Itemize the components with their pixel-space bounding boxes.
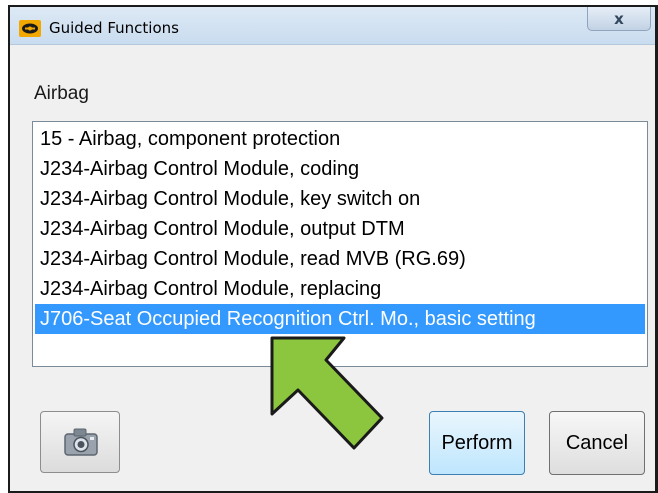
- list-item[interactable]: J234-Airbag Control Module, read MVB (RG…: [35, 244, 645, 274]
- close-icon: x: [614, 9, 624, 28]
- title-bar[interactable]: Guided Functions x: [10, 7, 655, 45]
- screenshot-button[interactable]: [40, 411, 120, 473]
- camera-icon: [64, 428, 98, 456]
- perform-button[interactable]: Perform: [429, 411, 525, 475]
- window-title: Guided Functions: [49, 19, 179, 37]
- list-item[interactable]: J234-Airbag Control Module, replacing: [35, 274, 645, 304]
- list-item[interactable]: J234-Airbag Control Module, coding: [35, 154, 645, 184]
- list-item[interactable]: J234-Airbag Control Module, key switch o…: [35, 184, 645, 214]
- list-item[interactable]: J234-Airbag Control Module, output DTM: [35, 214, 645, 244]
- group-label: Airbag: [34, 83, 89, 104]
- close-button[interactable]: x: [587, 7, 651, 31]
- cancel-button[interactable]: Cancel: [549, 411, 645, 475]
- list-item[interactable]: 15 - Airbag, component protection: [35, 124, 645, 154]
- app-logo-icon: [19, 20, 41, 37]
- pointer-arrow-icon: [270, 336, 384, 450]
